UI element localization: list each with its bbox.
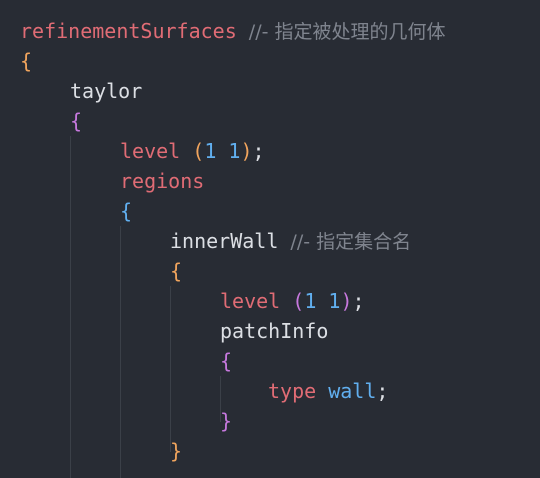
code-line-11: patchInfo	[220, 316, 328, 346]
code-line-13: type wall;	[268, 376, 388, 406]
code-line-15: }	[170, 436, 182, 466]
keyword-regions: regions	[120, 169, 205, 193]
code-line-5: level (1 1);	[120, 136, 265, 166]
identifier-taylor: taylor	[70, 79, 143, 103]
open-brace: {	[220, 349, 233, 373]
number: 1	[228, 139, 241, 163]
semicolon: ;	[252, 139, 265, 163]
code-line-6: regions	[120, 166, 204, 196]
value-wall: wall	[328, 379, 377, 403]
comment: //- 指定被处理的几何体	[248, 21, 446, 43]
open-paren: (	[292, 289, 305, 313]
number: 1	[204, 139, 217, 163]
open-brace: {	[70, 109, 83, 133]
code-line-14: }	[220, 406, 232, 436]
code-line-12: {	[220, 346, 232, 376]
identifier-innerWall: innerWall	[170, 229, 279, 253]
semicolon: ;	[352, 289, 365, 313]
number: 1	[328, 289, 341, 313]
keyword-level: level	[120, 139, 181, 163]
code-line-3: taylor	[70, 76, 142, 106]
comment: //- 指定集合名	[290, 231, 412, 253]
open-paren: (	[192, 139, 205, 163]
semicolon: ;	[376, 379, 389, 403]
indent-guide	[70, 136, 71, 478]
close-paren: )	[240, 139, 253, 163]
number: 1	[304, 289, 317, 313]
indent-guide	[170, 286, 171, 452]
open-brace: {	[20, 49, 33, 73]
keyword-type: type	[268, 379, 317, 403]
open-brace: {	[120, 199, 133, 223]
code-line-8: innerWall //- 指定集合名	[170, 226, 411, 256]
code-line-4: {	[70, 106, 82, 136]
code-line-2: {	[20, 46, 32, 76]
open-brace: {	[170, 259, 183, 283]
identifier-patchInfo: patchInfo	[220, 319, 329, 343]
close-brace: }	[170, 439, 183, 463]
identifier-refinementSurfaces: refinementSurfaces	[20, 19, 237, 43]
code-editor[interactable]: refinementSurfaces //- 指定被处理的几何体 { taylo…	[0, 0, 540, 478]
code-line-7: {	[120, 196, 132, 226]
indent-guide	[120, 226, 121, 478]
code-line-1: refinementSurfaces //- 指定被处理的几何体	[20, 16, 446, 46]
close-brace: }	[220, 409, 233, 433]
keyword-level: level	[220, 289, 281, 313]
code-line-10: level (1 1);	[220, 286, 365, 316]
close-paren: )	[340, 289, 353, 313]
code-line-9: {	[170, 256, 182, 286]
